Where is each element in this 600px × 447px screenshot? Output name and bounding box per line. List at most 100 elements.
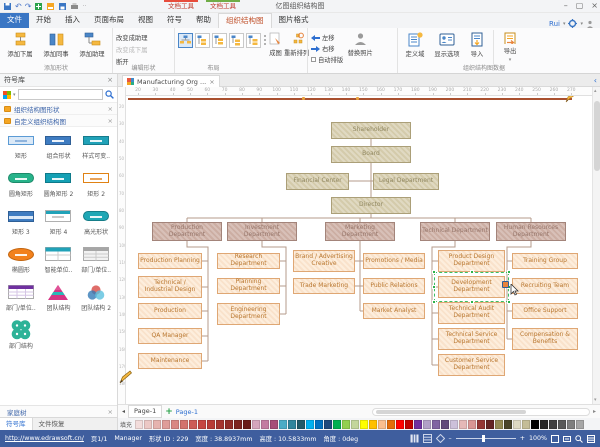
section-close-icon[interactable]: ×: [108, 117, 113, 125]
selection-handle[interactable]: [432, 300, 436, 304]
ribbon-tab-3[interactable]: 页面布局: [87, 13, 131, 28]
fill-swatch[interactable]: [225, 420, 233, 429]
ribbon-tab-2[interactable]: 插入: [58, 13, 87, 28]
org-node-team[interactable]: Technical / Industrial Design: [138, 276, 202, 298]
add-page-button[interactable]: +: [165, 407, 173, 417]
search-icon[interactable]: [105, 90, 114, 99]
library-caret-icon[interactable]: ▾: [13, 92, 16, 98]
org-node-department[interactable]: Investment Department: [227, 222, 297, 241]
scroll-down-icon[interactable]: ▾: [594, 397, 597, 403]
ribbon-tab-4[interactable]: 视图: [131, 13, 160, 28]
fill-swatch[interactable]: [486, 420, 494, 429]
fill-swatch[interactable]: [540, 420, 548, 429]
org-node-department[interactable]: Technical Department: [420, 222, 490, 241]
org-node-team[interactable]: Customer Service Department: [438, 354, 505, 376]
fill-swatch[interactable]: [153, 420, 161, 429]
org-node-department[interactable]: Production Department: [152, 222, 222, 241]
shape-item[interactable]: 组合形状: [40, 131, 78, 165]
zoom-level[interactable]: 100%: [529, 435, 547, 442]
org-node-team[interactable]: Engineering Department: [217, 303, 280, 325]
fill-swatch[interactable]: [477, 420, 485, 429]
fit-page-icon[interactable]: [551, 435, 559, 443]
fill-swatch[interactable]: [216, 420, 224, 429]
org-node-shareholder[interactable]: Shareholder: [331, 122, 411, 139]
page-tab[interactable]: Page-1: [128, 405, 162, 418]
fill-swatch[interactable]: [405, 420, 413, 429]
ribbon-tab-1[interactable]: 开始: [29, 13, 58, 28]
fill-swatch[interactable]: [522, 420, 530, 429]
tabbar-collapse-icon[interactable]: ‹: [594, 76, 597, 85]
fill-swatch[interactable]: [306, 420, 314, 429]
fill-swatch[interactable]: [252, 420, 260, 429]
org-node-team[interactable]: Promotions / Media: [363, 253, 425, 269]
fill-swatch[interactable]: [369, 420, 377, 429]
shape-item[interactable]: 部门/单位..: [77, 245, 115, 279]
view-grid-icon[interactable]: [410, 434, 419, 443]
horizontal-scrollbar[interactable]: [372, 408, 590, 416]
section-orgchart-shapes[interactable]: 组织结构图形状 ×: [0, 103, 117, 115]
shape-item[interactable]: 圆角矩形: [2, 169, 40, 203]
layout-style-1[interactable]: [178, 33, 193, 48]
shape-item[interactable]: 圆角矩形 2: [40, 169, 78, 203]
panels-icon[interactable]: [587, 435, 595, 443]
shape-item[interactable]: 部门/单位..: [2, 283, 40, 317]
zoom-in-button[interactable]: +: [520, 435, 525, 442]
fill-swatch[interactable]: [324, 420, 332, 429]
selection-handle[interactable]: [470, 300, 474, 304]
fill-swatch[interactable]: [198, 420, 206, 429]
org-node-team[interactable]: Technical Service Department: [438, 328, 505, 350]
vertical-scroll-thumb[interactable]: [594, 101, 600, 171]
fill-swatch[interactable]: [468, 420, 476, 429]
fill-swatch[interactable]: [297, 420, 305, 429]
maximize-button[interactable]: ▢: [576, 0, 584, 12]
document-tab-close-icon[interactable]: ×: [209, 78, 214, 86]
shape-item[interactable]: 团队结构 2: [77, 283, 115, 317]
fill-swatch[interactable]: [171, 420, 179, 429]
selection-rect[interactable]: [434, 272, 509, 302]
org-node-team[interactable]: Compensation & Benefits: [512, 328, 578, 350]
view-outline-icon[interactable]: [436, 434, 445, 443]
fill-swatch[interactable]: [396, 420, 404, 429]
org-node-team[interactable]: Brand / Advertising Creative: [293, 250, 355, 272]
zoom-slider-knob[interactable]: [482, 435, 485, 442]
tab-symbol-library[interactable]: 符号库: [0, 418, 33, 430]
fill-swatch[interactable]: [144, 420, 152, 429]
fill-swatch[interactable]: [261, 420, 269, 429]
section-close-icon[interactable]: ×: [108, 408, 113, 416]
fill-swatch[interactable]: [423, 420, 431, 429]
section-family-tree[interactable]: 家庭树 ×: [0, 405, 117, 417]
fill-swatch[interactable]: [234, 420, 242, 429]
fill-swatch[interactable]: [189, 420, 197, 429]
org-node-team[interactable]: Research Department: [217, 253, 280, 269]
context-tab-document-tools-1[interactable]: 文档工具: [160, 0, 202, 13]
add-colleague-button[interactable]: 添加同事: [39, 30, 73, 63]
search-input[interactable]: [18, 89, 103, 100]
fill-swatch[interactable]: [504, 420, 512, 429]
zoom-slider[interactable]: [456, 438, 516, 439]
brush-icon[interactable]: [46, 2, 55, 11]
selection-handle[interactable]: [432, 285, 436, 289]
scroll-up-icon[interactable]: ▴: [594, 88, 597, 94]
auto-layout-checkbox[interactable]: 自动排版: [311, 55, 343, 64]
user-caret-icon[interactable]: ▾: [563, 21, 566, 27]
selection-handle[interactable]: [507, 300, 511, 304]
org-node-team[interactable]: Production: [138, 303, 202, 319]
move-right-button[interactable]: 右移: [311, 44, 343, 53]
org-node-team[interactable]: Trade Marketing: [293, 278, 355, 294]
tab-file-recovery[interactable]: 文件恢复: [33, 418, 71, 430]
fill-swatch[interactable]: [342, 420, 350, 429]
fill-swatch[interactable]: [441, 420, 449, 429]
ribbon-tab-6[interactable]: 帮助: [189, 13, 218, 28]
org-node-team[interactable]: Maintenance: [138, 353, 202, 369]
fill-swatch[interactable]: [414, 420, 422, 429]
org-node-team[interactable]: Recruiting Team: [512, 278, 578, 294]
fill-swatch[interactable]: [567, 420, 575, 429]
layout-overflow-dots[interactable]: [263, 30, 267, 45]
fill-swatch[interactable]: [207, 420, 215, 429]
export-button[interactable]: 导出 ▾: [498, 30, 522, 63]
display-options-button[interactable]: 显示选项: [431, 30, 463, 63]
make-chart-button[interactable]: 成图: [269, 30, 282, 63]
shape-item[interactable]: 矩形 4: [40, 207, 78, 241]
shape-item[interactable]: 椭圆形: [2, 245, 40, 279]
ribbon-tab-file[interactable]: 文件: [0, 13, 29, 28]
